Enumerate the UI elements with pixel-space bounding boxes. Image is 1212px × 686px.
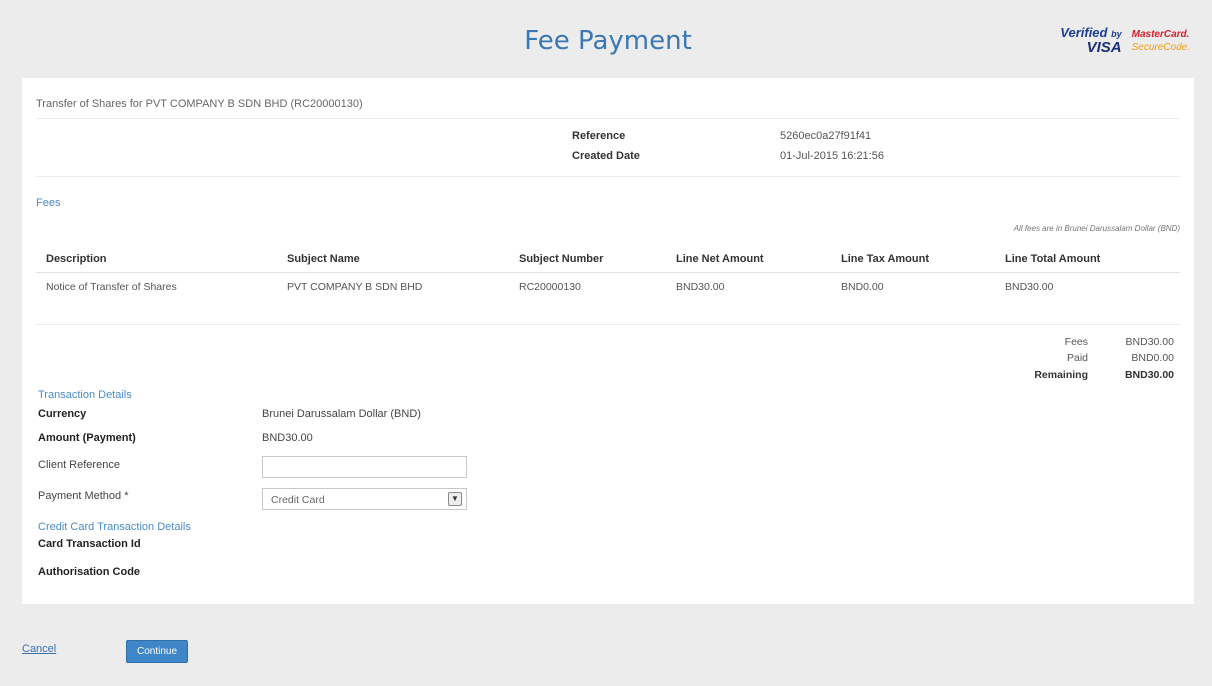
card-transaction-id-label: Card Transaction Id — [38, 538, 141, 550]
client-reference-label: Client Reference — [38, 459, 120, 471]
payment-method-label: Payment Method * — [38, 490, 129, 502]
amount-value: BND30.00 — [262, 432, 313, 444]
page-header: Fee Payment Verified by VISA MasterCard.… — [22, 8, 1194, 78]
divider — [36, 118, 1180, 119]
col-description: Description — [46, 253, 107, 265]
transaction-details-label: Transaction Details — [38, 389, 132, 401]
paid-label: Paid — [1066, 352, 1088, 364]
page-title: Fee Payment — [524, 26, 692, 56]
currency-note: All fees are in Brunei Darussalam Dollar… — [1013, 224, 1180, 233]
cancel-link[interactable]: Cancel — [22, 643, 56, 655]
payment-method-select[interactable]: Credit Card ▼ — [262, 488, 467, 510]
secure-logos: Verified by VISA MasterCard. SecureCode. — [1060, 25, 1190, 56]
fees-section-label: Fees — [36, 197, 61, 209]
reference-label: Reference — [572, 130, 626, 142]
amount-label: Amount (Payment) — [38, 432, 136, 444]
transaction-subheading: Transfer of Shares for PVT COMPANY B SDN… — [36, 98, 363, 110]
chevron-down-icon[interactable]: ▼ — [448, 492, 462, 506]
col-line-net-amount: Line Net Amount — [676, 253, 764, 265]
cell-total-amount: BND30.00 — [1005, 281, 1054, 293]
remaining-label: Remaining — [1034, 369, 1088, 381]
remaining-value: BND30.00 — [1124, 369, 1174, 381]
created-date-label: Created Date — [572, 150, 640, 162]
divider — [36, 176, 1180, 177]
cell-subject-number: RC20000130 — [519, 281, 581, 293]
mastercard-securecode-logo: MasterCard. SecureCode. — [1131, 28, 1190, 53]
cell-description: Notice of Transfer of Shares — [46, 281, 177, 293]
divider — [36, 324, 1180, 325]
col-line-total-amount: Line Total Amount — [1005, 253, 1101, 265]
fees-total-value: BND30.00 — [1125, 336, 1174, 348]
cell-tax-amount: BND0.00 — [841, 281, 884, 293]
payment-method-value: Credit Card — [271, 494, 325, 506]
table-header-divider — [36, 272, 1180, 273]
reference-value: 5260ec0a27f91f41 — [780, 130, 872, 142]
verified-by-visa-logo: Verified by VISA — [1060, 25, 1122, 56]
continue-button[interactable]: Continue — [126, 640, 188, 663]
created-date-value: 01-Jul-2015 16:21:56 — [780, 150, 884, 162]
card-details-label: Credit Card Transaction Details — [38, 521, 191, 533]
col-subject-name: Subject Name — [287, 253, 360, 265]
fees-total-label: Fees — [1064, 336, 1088, 348]
cell-subject-name: PVT COMPANY B SDN BHD — [287, 281, 423, 293]
cell-net-amount: BND30.00 — [676, 281, 725, 293]
payment-panel: Transfer of Shares for PVT COMPANY B SDN… — [22, 78, 1194, 604]
col-subject-number: Subject Number — [519, 253, 604, 265]
paid-value: BND0.00 — [1131, 352, 1174, 364]
currency-label: Currency — [38, 408, 87, 420]
col-line-tax-amount: Line Tax Amount — [841, 253, 929, 265]
currency-value: Brunei Darussalam Dollar (BND) — [262, 408, 421, 420]
authorisation-code-label: Authorisation Code — [38, 566, 141, 578]
client-reference-input[interactable] — [262, 456, 467, 478]
